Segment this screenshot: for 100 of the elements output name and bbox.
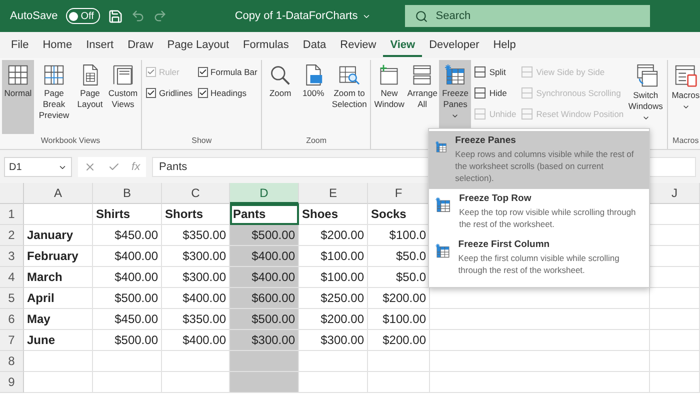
ribbon-tab[interactable]: Home <box>36 34 80 56</box>
table-cell: $100.00 <box>299 267 368 288</box>
row-header[interactable]: 7 <box>0 330 24 351</box>
row-header[interactable]: 3 <box>0 246 24 267</box>
table-cell <box>24 351 93 372</box>
table-cell: Pants <box>230 204 299 225</box>
table-cell: Shoes <box>299 204 368 225</box>
ribbon-button[interactable]: New Window <box>373 60 406 134</box>
enter-icon[interactable] <box>108 161 120 173</box>
column-header[interactable]: E <box>299 183 368 204</box>
unhide-icon <box>474 108 486 120</box>
checkbox-option[interactable]: Gridlines <box>146 85 193 101</box>
menu-item-description: Keep the top row visible while scrolling through the rest of the worksheet. <box>459 206 637 230</box>
menu-item-title: Freeze Panes <box>455 135 517 146</box>
checkbox-option[interactable]: Formula Bar <box>198 64 258 80</box>
name-box[interactable]: D1 <box>4 157 72 177</box>
search-icon <box>414 10 428 22</box>
column-header[interactable]: D <box>230 183 299 204</box>
ribbon-tab[interactable]: Page Layout <box>160 34 236 56</box>
menu-item-description: Keep the first column visible while scrolling through the rest of the worksheet. <box>458 252 620 276</box>
table-cell: $350.00 <box>162 309 230 330</box>
ribbon-tab[interactable]: Draw <box>120 34 160 56</box>
row-header[interactable]: 4 <box>0 267 24 288</box>
ribbon-button[interactable]: Split <box>474 64 516 80</box>
autosave-toggle[interactable]: Off <box>66 8 100 24</box>
undo-icon[interactable] <box>130 9 145 23</box>
row-header[interactable]: 9 <box>0 372 24 393</box>
arrange-icon <box>411 64 434 86</box>
ribbon-button[interactable]: Zoom to Selection <box>330 60 368 134</box>
column-header[interactable]: B <box>93 183 162 204</box>
menu-item[interactable]: Freeze Panes Keep rows and columns visible while the rest of the worksheet scrolls (based on current selection). <box>429 131 649 189</box>
table-cell: $200.00 <box>299 225 368 246</box>
menu-item[interactable]: Freeze First Column Keep the first column visible while scrolling through the rest of the worksheet. <box>429 235 649 281</box>
page-icon <box>80 64 100 86</box>
table-cell <box>24 204 93 225</box>
sync-scroll-icon <box>521 87 534 99</box>
cancel-icon[interactable] <box>84 161 96 173</box>
ribbon-tab[interactable]: Insert <box>79 34 121 56</box>
redo-icon[interactable] <box>152 9 167 23</box>
ribbon-tab[interactable]: Developer <box>422 34 486 56</box>
column-header[interactable]: J <box>650 183 700 204</box>
table-cell: $500.00 <box>93 288 162 309</box>
split-icon <box>474 66 486 78</box>
table-cell: $400.00 <box>93 246 162 267</box>
row-header[interactable]: 2 <box>0 225 24 246</box>
table-cell <box>162 372 230 393</box>
table-cell: $200.00 <box>368 330 430 351</box>
ribbon-button[interactable]: Zoom <box>264 60 296 134</box>
table-cell: $400.00 <box>230 267 299 288</box>
side-by-side-icon <box>521 66 534 78</box>
table-cell: $200.00 <box>368 288 430 309</box>
ribbon-button[interactable]: Normal <box>2 60 34 134</box>
page-break-icon <box>43 64 65 86</box>
ribbon-tab[interactable]: Formulas <box>236 34 296 56</box>
ribbon-button[interactable]: Page Layout <box>74 60 106 134</box>
table-cell: Shorts <box>162 204 230 225</box>
row-header[interactable]: 6 <box>0 309 24 330</box>
menu-item-title: Freeze First Column <box>458 239 551 250</box>
table-cell <box>650 288 700 309</box>
ribbon-button[interactable]: 100% <box>297 60 330 134</box>
table-cell: $250.00 <box>299 288 368 309</box>
ribbon-button[interactable]: Switch Windows <box>626 60 665 134</box>
table-cell: February <box>24 246 93 267</box>
table-cell <box>368 372 430 393</box>
column-header[interactable]: F <box>368 183 430 204</box>
ribbon-button[interactable]: Arrange All <box>406 60 438 134</box>
page-icon <box>303 64 324 86</box>
ribbon-button[interactable]: Macros <box>670 60 700 134</box>
table-cell: $300.00 <box>299 330 368 351</box>
custom-views-icon <box>112 64 134 86</box>
document-title[interactable]: Copy of 1-DataForCharts <box>234 10 358 22</box>
menu-item[interactable]: Freeze Top Row Keep the top row visible while scrolling through the rest of the worksheet. <box>429 189 649 235</box>
search-field[interactable]: Search <box>404 5 650 27</box>
row-header[interactable]: 1 <box>0 204 24 225</box>
autosave-label: AutoSave <box>10 10 58 22</box>
table-cell: $500.00 <box>230 309 299 330</box>
table-cell: June <box>24 330 93 351</box>
table-cell <box>650 351 700 372</box>
row-header[interactable]: 8 <box>0 351 24 372</box>
row-header[interactable]: 5 <box>0 288 24 309</box>
table-cell: May <box>24 309 93 330</box>
table-cell: $450.00 <box>93 225 162 246</box>
ribbon-button[interactable]: Page Break Preview <box>35 60 73 134</box>
table-cell: $300.00 <box>162 267 230 288</box>
table-cell: $500.00 <box>93 330 162 351</box>
table-cell <box>93 372 162 393</box>
ribbon-button[interactable]: Custom Views <box>107 60 139 134</box>
ribbon-tab[interactable]: Data <box>296 34 334 56</box>
column-header[interactable]: C <box>162 183 230 204</box>
column-header[interactable]: A <box>24 183 93 204</box>
save-icon[interactable] <box>108 8 123 24</box>
ribbon-tab[interactable]: File <box>4 34 36 56</box>
ribbon-tab[interactable]: Review <box>333 34 384 56</box>
checkbox-option[interactable]: Headings <box>198 85 258 101</box>
table-cell <box>299 351 368 372</box>
table-cell: March <box>24 267 93 288</box>
ribbon-button[interactable]: Hide <box>474 85 516 101</box>
table-cell: January <box>24 225 93 246</box>
group-label: Show <box>190 136 213 147</box>
ribbon-tab[interactable]: Help <box>486 34 523 56</box>
